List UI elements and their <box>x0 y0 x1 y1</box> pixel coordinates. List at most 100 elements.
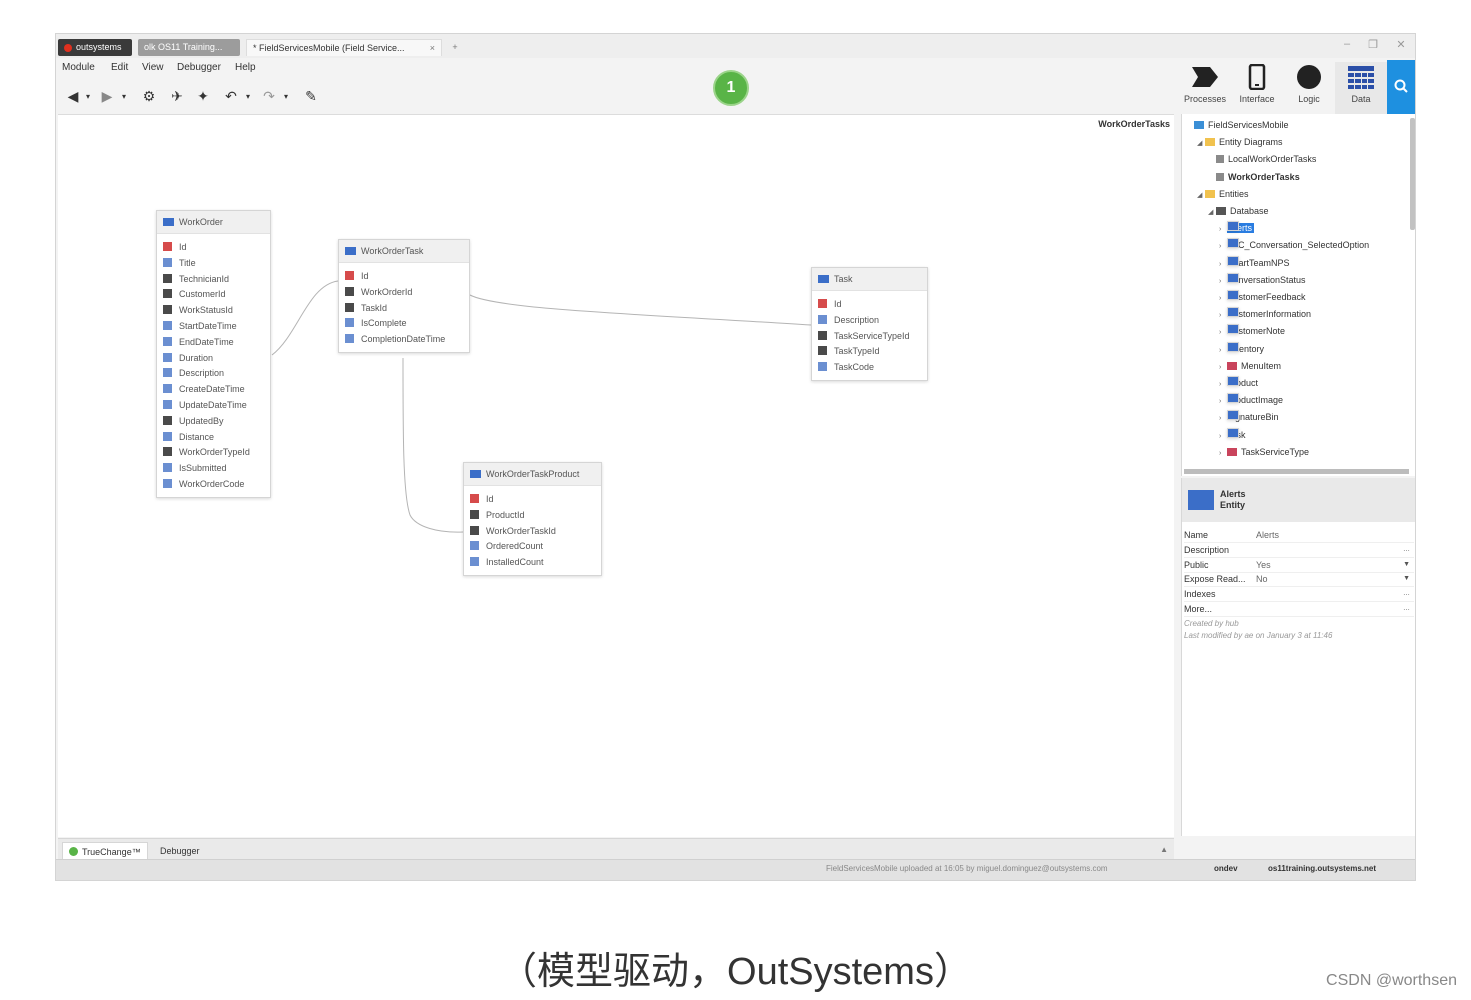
menu-edit[interactable]: Edit <box>111 62 128 73</box>
tree-vertical-scrollbar[interactable] <box>1410 118 1415 230</box>
expand-arrow-icon[interactable]: › <box>1219 361 1227 375</box>
tree-item[interactable]: › CustomerNote <box>1219 324 1285 338</box>
tree-item[interactable]: ◢ Entities <box>1197 187 1249 201</box>
expand-arrow-icon[interactable]: ◢ <box>1197 189 1205 203</box>
tree-item[interactable]: WorkOrderTasks <box>1208 170 1300 184</box>
tree-item[interactable]: › Alerts <box>1219 221 1255 237</box>
tab-logic[interactable]: Logic <box>1283 62 1335 114</box>
tree-item[interactable]: FieldServicesMobile <box>1186 118 1289 132</box>
property-value[interactable]: Yes <box>1256 558 1271 572</box>
tree-item[interactable]: › ConversationStatus <box>1219 272 1306 289</box>
entity-attribute[interactable]: EndDateTime <box>163 335 270 351</box>
entity-task[interactable]: Task Id Description TaskServiceTypeId TaskT… <box>811 267 928 381</box>
property-row[interactable]: More...… <box>1184 602 1414 617</box>
expand-panel-icon[interactable]: ▲ <box>1160 845 1168 854</box>
tree-item[interactable]: LocalWorkOrderTasks <box>1208 152 1316 166</box>
dropdown-icon[interactable]: ▼ <box>1403 572 1410 586</box>
tree-item[interactable]: › CustomerFeedback <box>1219 290 1306 304</box>
entity-attribute[interactable]: UpdateDateTime <box>163 398 270 414</box>
entity-attribute[interactable]: Id <box>163 240 270 256</box>
entity-attribute[interactable]: Description <box>818 313 927 329</box>
entity-attribute[interactable]: WorkOrderTaskId <box>470 524 601 540</box>
module-tab[interactable]: * FieldServicesMobile (Field Service... × <box>246 39 442 56</box>
tree-item[interactable]: › B2C_Conversation_SelectedOption <box>1219 238 1369 252</box>
ellipsis-icon[interactable]: … <box>1403 543 1410 557</box>
menu-view[interactable]: View <box>142 62 164 73</box>
expand-arrow-icon[interactable]: › <box>1219 258 1227 272</box>
environment-tab[interactable]: olk OS11 Training... <box>138 39 240 56</box>
entity-attribute[interactable]: TaskServiceTypeId <box>818 329 927 345</box>
expand-arrow-icon[interactable]: › <box>1219 447 1227 461</box>
expand-arrow-icon[interactable]: › <box>1219 378 1227 392</box>
tree-item[interactable]: › TaskServiceType <box>1219 445 1309 459</box>
expand-arrow-icon[interactable]: ◢ <box>1208 206 1216 220</box>
property-value[interactable]: Alerts <box>1256 528 1279 542</box>
tree-item[interactable]: › Inventory <box>1219 341 1264 358</box>
dropdown-icon[interactable]: ▼ <box>1403 558 1410 572</box>
tree-item[interactable]: ›Task <box>1219 427 1246 444</box>
entity-attribute[interactable]: WorkOrderTypeId <box>163 445 270 461</box>
tree-item[interactable]: ◢ Database <box>1208 204 1269 218</box>
back-dropdown-icon[interactable]: ▾ <box>84 92 92 101</box>
undo-icon[interactable]: ↶ <box>222 88 240 105</box>
pin-icon[interactable]: ✎ <box>302 88 320 105</box>
entity-attribute[interactable]: Distance <box>163 430 270 446</box>
expand-arrow-icon[interactable]: › <box>1219 344 1227 358</box>
expand-arrow-icon[interactable]: › <box>1219 292 1227 306</box>
entity-attribute[interactable]: WorkOrderId <box>345 285 469 301</box>
property-row[interactable]: Indexes… <box>1184 587 1414 603</box>
entity-attribute[interactable]: StartDateTime <box>163 319 270 335</box>
publish-counter-badge[interactable]: 1 <box>713 70 749 106</box>
publish-icon[interactable]: ✈ <box>168 88 186 105</box>
tree-item[interactable]: › MenuItem <box>1219 359 1281 373</box>
close-tab-icon[interactable]: × <box>430 40 435 56</box>
search-button[interactable] <box>1387 60 1415 114</box>
menu-module[interactable]: Module <box>62 62 95 73</box>
expand-arrow-icon[interactable]: › <box>1219 430 1227 444</box>
tree-item[interactable]: › SignatureBin <box>1219 410 1279 424</box>
entity-attribute[interactable]: IsSubmitted <box>163 461 270 477</box>
tab-data[interactable]: Data <box>1335 62 1387 114</box>
tree-item[interactable]: › ChartTeamNPS <box>1219 255 1290 272</box>
expand-arrow-icon[interactable]: › <box>1219 395 1227 409</box>
outsystems-logo-tab[interactable]: outsystems <box>58 39 132 56</box>
entity-attribute[interactable]: TaskTypeId <box>818 344 927 360</box>
menu-debugger[interactable]: Debugger <box>177 62 221 73</box>
expand-arrow-icon[interactable]: › <box>1219 223 1227 237</box>
expand-arrow-icon[interactable]: › <box>1219 412 1227 426</box>
back-arrow-icon[interactable]: ◀ <box>64 88 82 105</box>
entity-attribute[interactable]: TechnicianId <box>163 272 270 288</box>
entity-attribute[interactable]: Description <box>163 366 270 382</box>
data-tree-panel[interactable]: FieldServicesMobile ◢ Entity Diagrams Local… <box>1181 114 1415 476</box>
entity-diagram-canvas[interactable]: WorkOrderTasks WorkOrder Id Title Technici… <box>58 114 1174 837</box>
forward-arrow-icon[interactable]: ▶ <box>98 88 116 105</box>
entity-attribute[interactable]: IsComplete <box>345 316 469 332</box>
expand-arrow-icon[interactable]: › <box>1219 326 1227 340</box>
entity-attribute[interactable]: WorkStatusId <box>163 303 270 319</box>
forward-dropdown-icon[interactable]: ▾ <box>120 92 128 101</box>
entity-attribute[interactable]: Id <box>818 297 927 313</box>
tab-interface[interactable]: Interface <box>1231 62 1283 114</box>
tree-item[interactable]: › CustomerInformation <box>1219 307 1311 321</box>
expand-arrow-icon[interactable]: › <box>1219 275 1227 289</box>
entity-attribute[interactable]: UpdatedBy <box>163 414 270 430</box>
entity-workorder[interactable]: WorkOrder Id Title TechnicianId CustomerId W… <box>156 210 271 498</box>
close-window-icon[interactable]: ✕ <box>1394 38 1408 51</box>
debug-icon[interactable]: ✦ <box>194 88 212 105</box>
redo-dropdown-icon[interactable]: ▾ <box>282 92 290 101</box>
entity-attribute[interactable]: Id <box>345 269 469 285</box>
entity-attribute[interactable]: InstalledCount <box>470 555 601 571</box>
entity-attribute[interactable]: Id <box>470 492 601 508</box>
entity-attribute[interactable]: CustomerId <box>163 287 270 303</box>
property-row[interactable]: Name Alerts <box>1184 528 1414 543</box>
property-row[interactable]: Expose Read... No ▼ <box>1184 572 1414 588</box>
ellipsis-icon[interactable]: … <box>1403 587 1410 601</box>
property-value[interactable]: No <box>1256 572 1268 586</box>
maximize-icon[interactable]: ❐ <box>1366 38 1380 51</box>
entity-attribute[interactable]: TaskCode <box>818 360 927 376</box>
tree-item[interactable]: ◢ Entity Diagrams <box>1197 135 1283 149</box>
entity-attribute[interactable]: TaskId <box>345 301 469 317</box>
new-tab-button[interactable]: + <box>448 39 462 56</box>
tree-item[interactable]: › Product <box>1219 376 1258 390</box>
redo-icon[interactable]: ↷ <box>260 88 278 105</box>
